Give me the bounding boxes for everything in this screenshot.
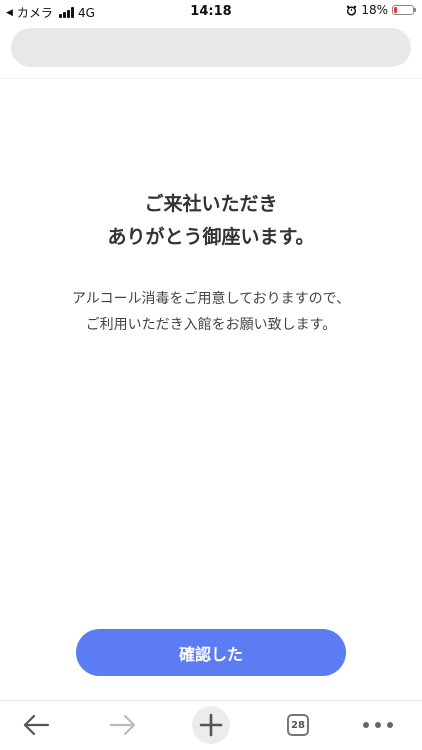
tabs-icon: 28: [287, 714, 309, 736]
status-bar-right: 18%: [346, 3, 416, 17]
new-tab-plus-icon: [192, 706, 230, 744]
address-bar[interactable]: [11, 28, 411, 67]
alarm-clock-icon: [347, 5, 357, 16]
welcome-heading-line-1: ご来社いただき: [144, 193, 278, 215]
screen: ◀ カメラ 4G 14:18 18% ご来社いただき ありがとう御座います。 ア…: [0, 0, 422, 750]
instruction-line-1: アルコール消毒をご用意しておりますので、: [71, 291, 351, 307]
new-tab-button[interactable]: [191, 706, 231, 744]
battery-icon: [392, 5, 416, 15]
back-arrow-icon: [23, 714, 50, 736]
battery-level-fill: [394, 7, 397, 13]
more-button[interactable]: [358, 707, 398, 743]
more-icon: [363, 722, 393, 728]
browser-toolbar: 28: [0, 701, 422, 750]
instruction-line-2: ご利用いただき入館をお願い致します。: [85, 317, 337, 333]
welcome-heading-line-2: ありがとう御座います。: [107, 226, 315, 248]
confirm-button[interactable]: 確認した: [76, 629, 346, 676]
header-divider: [0, 78, 422, 79]
forward-button[interactable]: [103, 707, 143, 743]
battery-percent: 18%: [361, 3, 388, 17]
forward-arrow-icon: [109, 714, 136, 736]
status-bar: ◀ カメラ 4G 14:18 18%: [0, 0, 422, 24]
back-button[interactable]: [16, 707, 56, 743]
welcome-heading: ご来社いただき ありがとう御座います。: [0, 188, 422, 254]
instruction-text: アルコール消毒をご用意しておりますので、 ご利用いただき入館をお願い致します。: [0, 286, 422, 338]
tabs-button[interactable]: 28: [278, 707, 318, 743]
tab-count: 28: [291, 719, 305, 731]
